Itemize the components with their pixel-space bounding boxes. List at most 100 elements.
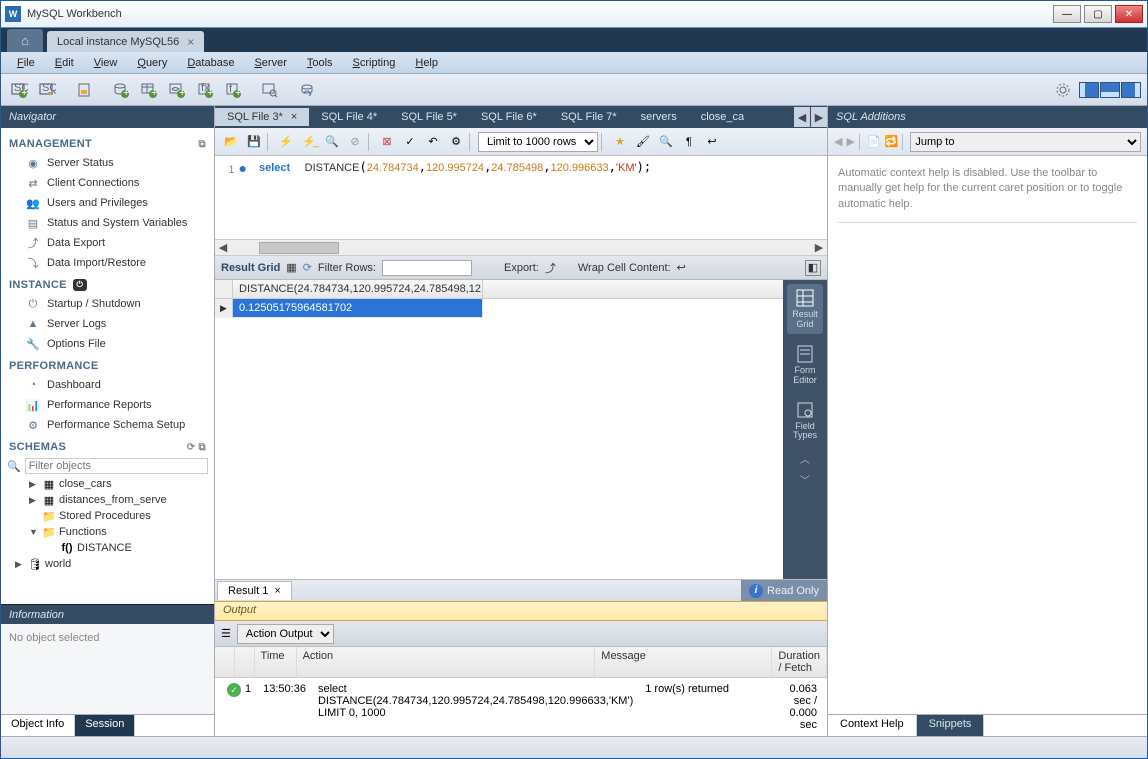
output-type-select[interactable]: Action Output (237, 624, 334, 644)
tree-stored-proc[interactable]: 📁Stored Procedures (1, 508, 214, 524)
reconnect-icon[interactable] (295, 78, 319, 102)
explain-icon[interactable]: 🔍 (322, 132, 342, 152)
nav-server-logs[interactable]: ▲Server Logs (1, 314, 214, 334)
stop-on-error-icon[interactable]: ⊠ (377, 132, 397, 152)
invisible-chars-icon[interactable]: ¶ (679, 132, 699, 152)
nav-data-import[interactable]: ⤵Data Import/Restore (1, 253, 214, 273)
manual-help-icon[interactable]: 📄 (867, 135, 881, 148)
close-tab-icon[interactable]: × (187, 35, 194, 49)
menu-scripting[interactable]: Scripting (345, 55, 404, 71)
open-file-icon[interactable]: 📂 (221, 132, 241, 152)
result-grid[interactable]: DISTANCE(24.784734,120.995724,24.785498,… (215, 280, 783, 579)
nav-startup-shutdown[interactable]: ⏻Startup / Shutdown (1, 294, 214, 314)
save-file-icon[interactable]: 💾 (244, 132, 264, 152)
menu-server[interactable]: Server (246, 55, 294, 71)
output-menu-icon[interactable]: ☰ (221, 627, 231, 640)
row-limit-select[interactable]: Limit to 1000 rows (478, 132, 598, 152)
close-icon[interactable]: × (291, 111, 297, 123)
result-grid-view-button[interactable]: Result Grid (787, 284, 823, 334)
execute-cursor-icon[interactable]: ⚡̲ (299, 132, 319, 152)
form-editor-button[interactable]: Form Editor (787, 340, 823, 390)
sql-tab[interactable]: SQL File 7* (549, 108, 629, 126)
inspector-icon[interactable] (72, 78, 96, 102)
sql-editor[interactable]: 1● select DISTANCE(24.784734,120.995724,… (215, 156, 827, 256)
nav-users-privileges[interactable]: 👥Users and Privileges (1, 193, 214, 213)
nav-options-file[interactable]: 🔧Options File (1, 334, 214, 354)
sql-tab[interactable]: SQL File 6* (469, 108, 549, 126)
row-indicator-icon[interactable]: ▶ (215, 299, 233, 318)
result-column-header[interactable]: DISTANCE(24.784734,120.995724,24.785498,… (233, 280, 483, 298)
refresh-schemas-icon[interactable]: ⟳ ⧉ (187, 442, 206, 453)
pin-icon[interactable]: ◧ (805, 260, 821, 276)
col-time[interactable]: Time (255, 647, 297, 677)
refresh-icon[interactable]: ⟳ (303, 261, 312, 274)
tree-distance-fn[interactable]: f()DISTANCE (1, 540, 214, 556)
toggle-output-icon[interactable] (1100, 82, 1120, 98)
wrap-toggle-icon[interactable]: ↩ (677, 261, 686, 274)
scroll-down-icon[interactable]: ﹀ (800, 472, 810, 487)
toggle-secondary-icon[interactable] (1121, 82, 1141, 98)
popout-icon[interactable]: ⧉ (199, 139, 206, 150)
toggle-sidebar-icon[interactable] (1079, 82, 1099, 98)
menu-file[interactable]: File (9, 55, 43, 71)
sql-tab-active[interactable]: SQL File 3*× (215, 108, 309, 126)
create-view-icon[interactable]: + (165, 78, 189, 102)
minimize-button[interactable]: — (1053, 5, 1081, 23)
object-info-tab[interactable]: Object Info (1, 715, 75, 736)
rollback-icon[interactable]: ↶ (423, 132, 443, 152)
find-icon[interactable]: 🔍 (656, 132, 676, 152)
sql-tab[interactable]: close_ca (689, 108, 756, 126)
menu-database[interactable]: Database (179, 55, 242, 71)
close-button[interactable]: ✕ (1115, 5, 1143, 23)
autocommit-icon[interactable]: ⚙ (446, 132, 466, 152)
menu-edit[interactable]: Edit (47, 55, 82, 71)
result-cell[interactable]: 0.12505175964581702 (233, 299, 483, 318)
search-table-icon[interactable] (258, 78, 282, 102)
nav-perf-reports[interactable]: 📊Performance Reports (1, 395, 214, 415)
beautify-icon[interactable]: 🖌 (633, 132, 653, 152)
col-message[interactable]: Message (595, 647, 772, 677)
tree-close-cars[interactable]: ▶▦close_cars (1, 476, 214, 492)
scroll-up-icon[interactable]: ︿ (800, 451, 810, 466)
col-action[interactable]: Action (297, 647, 596, 677)
home-tab[interactable]: ⌂ (7, 29, 43, 52)
create-schema-icon[interactable]: + (109, 78, 133, 102)
menu-tools[interactable]: Tools (299, 55, 341, 71)
tree-functions[interactable]: ▼📁Functions (1, 524, 214, 540)
sql-tab[interactable]: SQL File 5* (389, 108, 469, 126)
nav-perf-schema-setup[interactable]: ⚙Performance Schema Setup (1, 415, 214, 435)
menu-help[interactable]: Help (407, 55, 446, 71)
tab-scroll-left-icon[interactable]: ◀ (794, 107, 810, 127)
nav-back-icon[interactable]: ◀ (834, 135, 842, 148)
create-proc-icon[interactable]: fx+ (193, 78, 217, 102)
export-icon[interactable]: ⤴ (545, 260, 556, 276)
tree-distances[interactable]: ▶▦distances_from_serve (1, 492, 214, 508)
filter-rows-input[interactable] (382, 260, 472, 276)
maximize-button[interactable]: ▢ (1084, 5, 1112, 23)
create-func-icon[interactable]: f+ (221, 78, 245, 102)
schema-filter-input[interactable] (25, 458, 208, 474)
menu-query[interactable]: Query (129, 55, 175, 71)
sql-tab[interactable]: servers (629, 108, 689, 126)
col-duration[interactable]: Duration / Fetch (772, 647, 827, 677)
stop-icon[interactable]: ⊘ (345, 132, 365, 152)
nav-status-vars[interactable]: ▤Status and System Variables (1, 213, 214, 233)
tab-scroll-right-icon[interactable]: ▶ (811, 107, 827, 127)
nav-client-connections[interactable]: ⇄Client Connections (1, 173, 214, 193)
settings-gear-icon[interactable] (1051, 78, 1075, 102)
create-table-icon[interactable]: + (137, 78, 161, 102)
tree-world[interactable]: ▶🛢world (1, 556, 214, 572)
new-sql-tab-icon[interactable]: SQL+ (7, 78, 31, 102)
horizontal-scrollbar[interactable]: ◀▶ (215, 239, 827, 255)
open-sql-icon[interactable]: SQL (35, 78, 59, 102)
context-help-tab[interactable]: Context Help (828, 715, 917, 736)
wrap-icon[interactable]: ↩ (702, 132, 722, 152)
favorite-icon[interactable]: ★ (610, 132, 630, 152)
sql-tab[interactable]: SQL File 4* (309, 108, 389, 126)
commit-icon[interactable]: ✓ (400, 132, 420, 152)
nav-fwd-icon[interactable]: ▶ (846, 135, 854, 148)
grid-view-icon[interactable]: ▦ (286, 261, 296, 274)
close-icon[interactable]: × (274, 585, 280, 597)
output-row[interactable]: ✓ 1 13:50:36 select DISTANCE(24.784734,1… (215, 678, 827, 736)
field-types-button[interactable]: Field Types (787, 396, 823, 446)
